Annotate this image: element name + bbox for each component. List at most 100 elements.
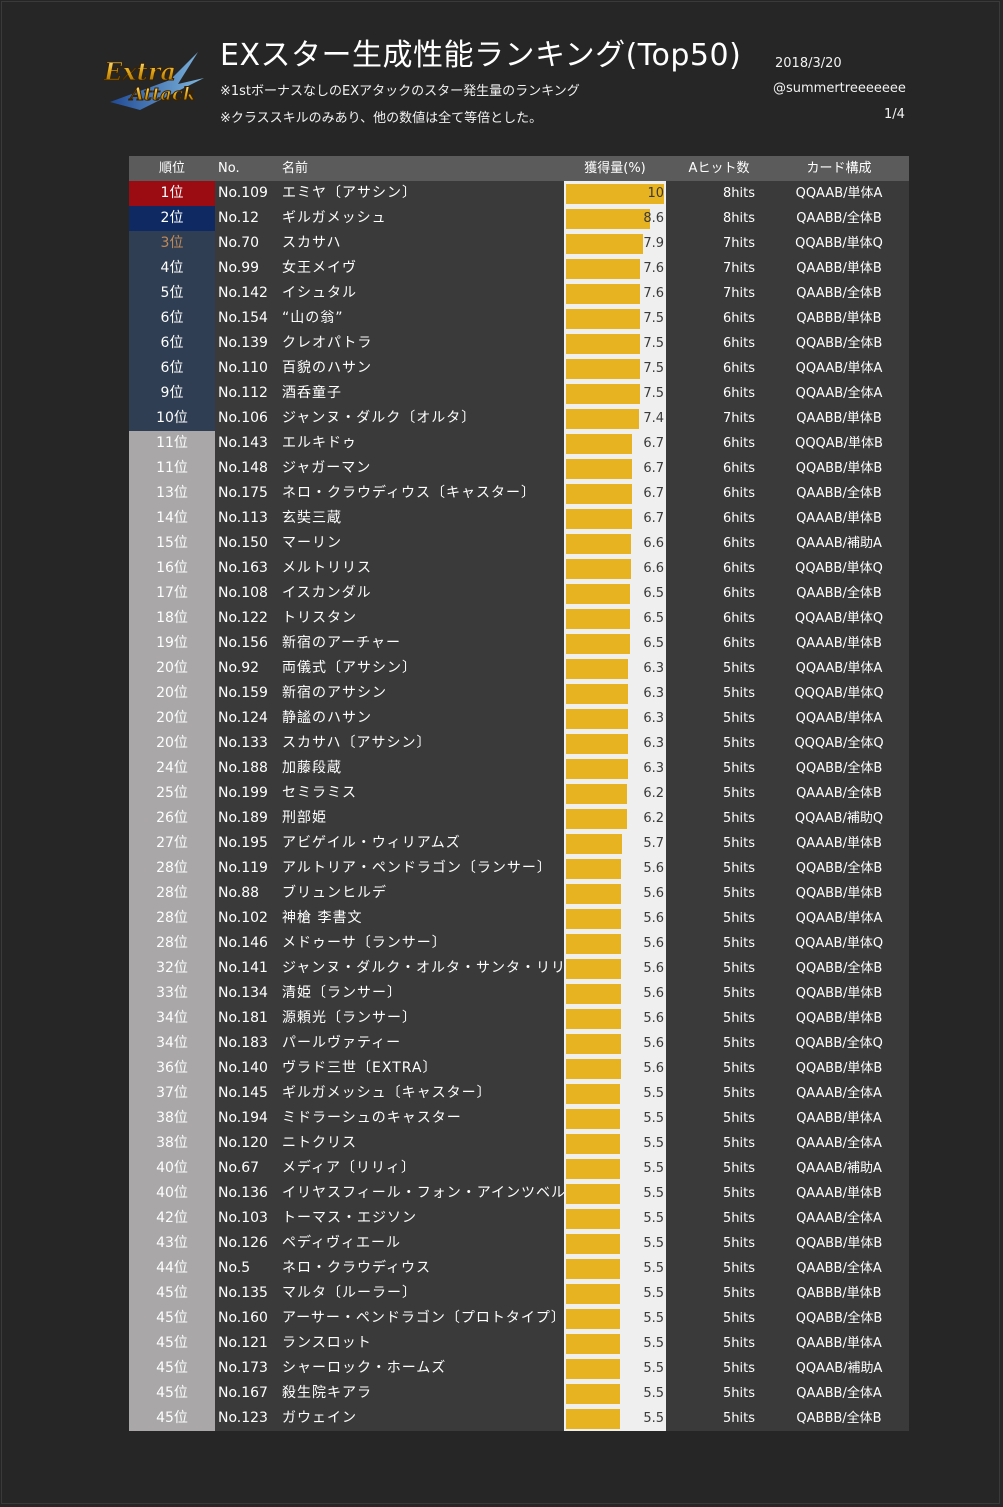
table-row: 38位 No.120 ニトクリス 5.5 5hits QAAAB/全体A <box>129 1131 909 1156</box>
servant-number: No.124 <box>218 710 268 726</box>
hits-label: 5hits <box>723 761 755 776</box>
card-composition: QAAAB/補助A <box>796 536 882 551</box>
table-row: 44位 No.5 ネロ・クラウディウス 5.5 5hits QAABB/全体A <box>129 1256 909 1281</box>
servant-number: No.122 <box>218 610 268 626</box>
servant-number: No.188 <box>218 760 268 776</box>
rank-label: 19位 <box>156 635 188 651</box>
rank-label: 18位 <box>156 610 188 626</box>
card-composition: QABBB/単体B <box>796 311 882 326</box>
ranking-table: 順位 No. 名前 獲得量(%) Aヒット数 カード構成 1位 No.109 エミヤ… <box>129 156 909 1431</box>
servant-number: No.167 <box>218 1385 268 1401</box>
rank-label: 13位 <box>156 485 188 501</box>
value-label: 6.3 <box>643 736 664 751</box>
servant-name: パールヴァティー <box>282 1035 402 1051</box>
card-composition: QQABB/単体Q <box>795 561 883 576</box>
hits-label: 6hits <box>723 611 755 626</box>
value-label: 5.5 <box>643 1336 664 1351</box>
servant-number: No.141 <box>218 960 268 976</box>
value-label: 5.5 <box>643 1411 664 1426</box>
value-label: 5.5 <box>643 1261 664 1276</box>
rank-label: 10位 <box>156 410 188 426</box>
value-label: 7.4 <box>643 411 664 426</box>
table-row: 40位 No.136 イリヤスフィール・フォン・アインツベルン 5.5 5hits QAA… <box>129 1181 909 1206</box>
table-row: 43位 No.126 ペディヴィエール 5.5 5hits QQABB/単体B <box>129 1231 909 1256</box>
table-row: 6位 No.154 “山の翁” 7.5 6hits QABBB/単体B <box>129 306 909 331</box>
servant-number: No.12 <box>218 210 260 226</box>
hits-label: 5hits <box>723 1186 755 1201</box>
servant-name: セミラミス <box>282 785 357 801</box>
card-composition: QQABB/単体Q <box>795 236 883 251</box>
servant-name: 百貌のハサン <box>282 360 372 376</box>
card-composition: QAAAB/全体A <box>796 1086 882 1101</box>
rank-label: 36位 <box>156 1060 188 1076</box>
value-label: 5.5 <box>643 1086 664 1101</box>
card-composition: QQABB/全体B <box>795 1311 883 1326</box>
rank-label: 34位 <box>156 1010 188 1026</box>
table-row: 28位 No.119 アルトリア・ペンドラゴン〔ランサー〕 5.6 5hits QQABB… <box>129 856 909 881</box>
table-row: 18位 No.122 トリスタン 6.5 6hits QQAAB/単体Q <box>129 606 909 631</box>
rank-label: 34位 <box>156 1035 188 1051</box>
value-label: 5.5 <box>643 1286 664 1301</box>
rank-label: 15位 <box>156 535 188 551</box>
hits-label: 5hits <box>723 1311 755 1326</box>
card-composition: QQABB/全体B <box>795 961 883 976</box>
card-composition: QAAAB/単体B <box>796 511 882 526</box>
table-row: 6位 No.110 百貌のハサン 7.5 6hits QQAAB/単体A <box>129 356 909 381</box>
servant-number: No.120 <box>218 1135 268 1151</box>
servant-name: ギルガメッシュ〔キャスター〕 <box>282 1085 492 1101</box>
servant-name: ランスロット <box>282 1335 372 1351</box>
value-label: 5.5 <box>643 1311 664 1326</box>
rank-label: 45位 <box>156 1410 188 1426</box>
value-label: 7.5 <box>643 311 664 326</box>
hits-label: 5hits <box>723 661 755 676</box>
rank-label: 38位 <box>156 1135 188 1151</box>
table-row: 15位 No.150 マーリン 6.6 6hits QAAAB/補助A <box>129 531 909 556</box>
hits-label: 5hits <box>723 1261 755 1276</box>
value-label: 7.5 <box>643 386 664 401</box>
card-composition: QAABB/単体B <box>796 411 882 426</box>
hits-label: 5hits <box>723 786 755 801</box>
servant-name: ネロ・クラウディウス <box>282 1260 432 1276</box>
table-row: 4位 No.99 女王メイヴ 7.6 7hits QAABB/単体B <box>129 256 909 281</box>
value-label: 5.5 <box>643 1136 664 1151</box>
rank-label: 14位 <box>156 510 188 526</box>
value-label: 5.6 <box>643 911 664 926</box>
card-composition: QAAAB/単体B <box>796 836 882 851</box>
rank-label: 20位 <box>156 710 188 726</box>
hits-label: 6hits <box>723 486 755 501</box>
rank-label: 27位 <box>156 835 188 851</box>
servant-name: ブリュンヒルデ <box>282 885 387 901</box>
card-composition: QQABB/全体B <box>795 861 883 876</box>
table-row: 11位 No.148 ジャガーマン 6.7 6hits QQABB/単体B <box>129 456 909 481</box>
hits-label: 5hits <box>723 1011 755 1026</box>
header-no: No. <box>218 161 240 176</box>
rank-label: 28位 <box>156 860 188 876</box>
value-label: 7.6 <box>643 261 664 276</box>
table-row: 24位 No.188 加藤段蔵 6.3 5hits QQABB/全体B <box>129 756 909 781</box>
extra-attack-logo: Extra Attack <box>103 52 204 110</box>
card-composition: QQABB/全体Q <box>795 1036 883 1051</box>
hits-label: 6hits <box>723 436 755 451</box>
rank-label: 32位 <box>156 960 188 976</box>
rank-label: 37位 <box>156 1085 188 1101</box>
rank-label: 9位 <box>160 385 184 401</box>
table-row: 27位 No.195 アビゲイル・ウィリアムズ 5.7 5hits QAAAB/単体B <box>129 831 909 856</box>
card-composition: QQAAB/単体Q <box>794 611 884 626</box>
servant-name: ヴラド三世〔EXTRA〕 <box>282 1060 438 1076</box>
servant-number: No.67 <box>218 1160 260 1176</box>
value-label: 6.5 <box>643 636 664 651</box>
servant-name: 刑部姫 <box>282 810 327 826</box>
header-value: 獲得量(%) <box>584 161 646 176</box>
value-label: 5.6 <box>643 1061 664 1076</box>
card-composition: QQAAB/補助A <box>795 1361 883 1376</box>
table-row: 13位 No.175 ネロ・クラウディウス〔キャスター〕 6.7 6hits QAABB/… <box>129 481 909 506</box>
hits-label: 5hits <box>723 1286 755 1301</box>
servant-number: No.112 <box>218 385 268 401</box>
card-composition: QAABB/全体A <box>796 1261 882 1276</box>
table-row: 28位 No.102 神槍 李書文 5.6 5hits QQAAB/単体A <box>129 906 909 931</box>
rank-label: 45位 <box>156 1360 188 1376</box>
servant-number: No.189 <box>218 810 268 826</box>
table-row: 17位 No.108 イスカンダル 6.5 6hits QAABB/全体B <box>129 581 909 606</box>
table-header: 順位 No. 名前 獲得量(%) Aヒット数 カード構成 <box>129 156 909 181</box>
table-row: 20位 No.159 新宿のアサシン 6.3 5hits QQQAB/単体Q <box>129 681 909 706</box>
